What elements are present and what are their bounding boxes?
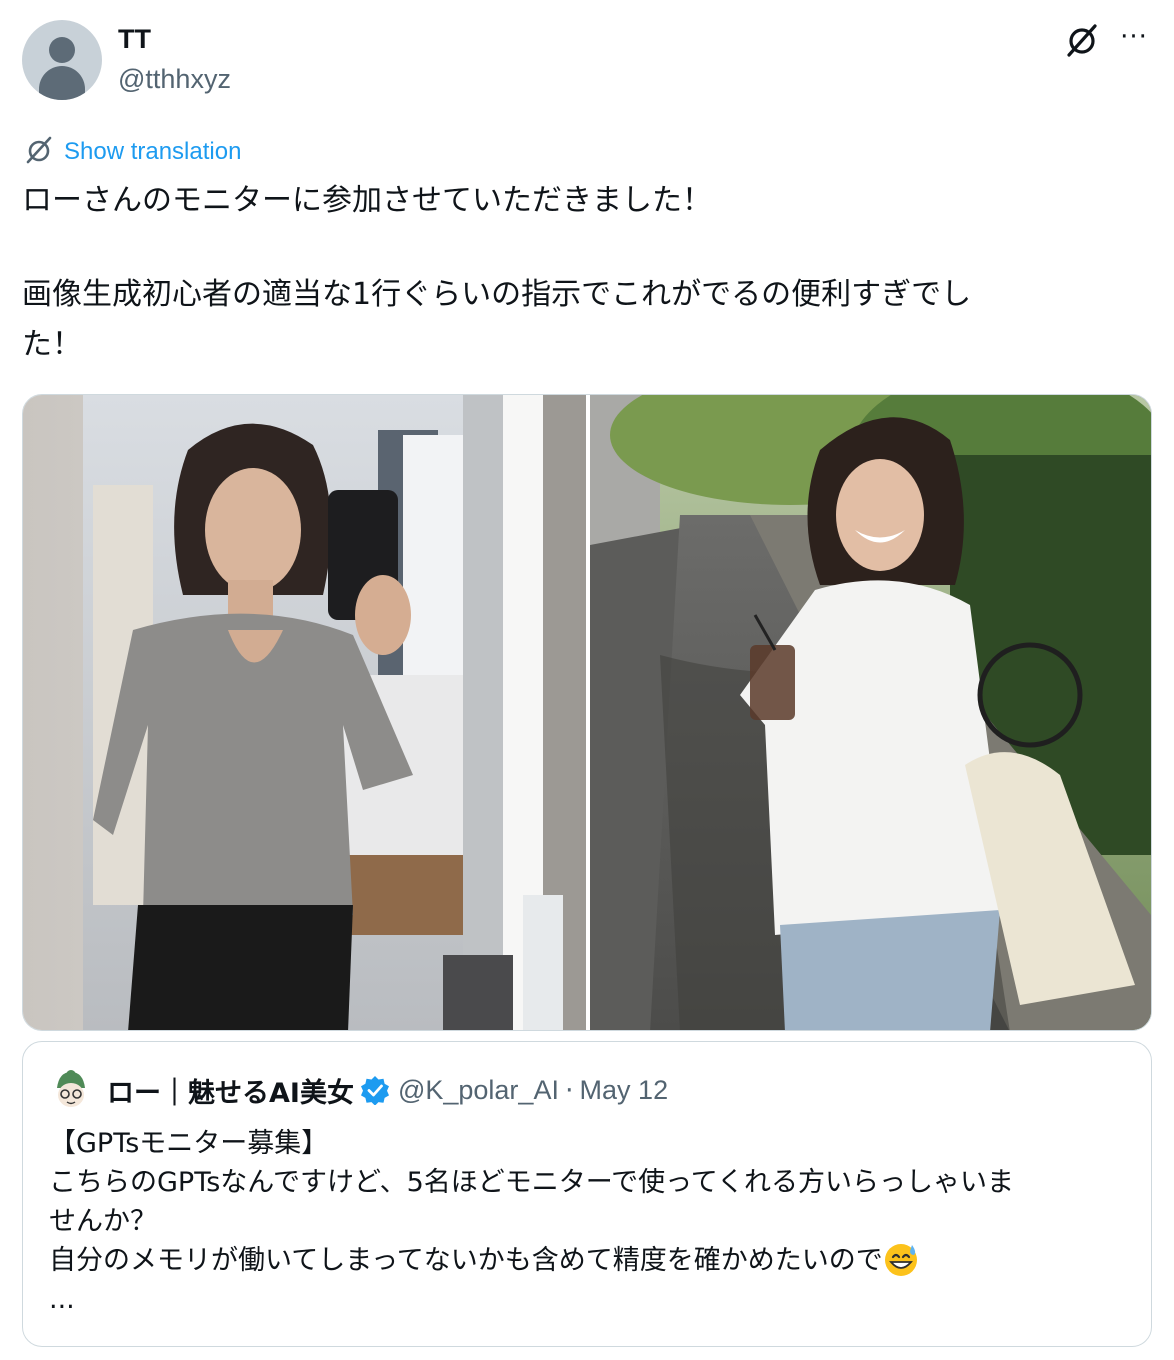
quoted-tweet-text: 【GPTsモニター募集】 こちらのGPTsなんですけど、5名ほどモニターで使って… xyxy=(49,1124,1129,1319)
photo-mirror-selfie-icon[interactable] xyxy=(23,395,586,1030)
quoted-line-with-emoji: 自分のメモリが働いてしまってないかも含めて精度を確かめたいので xyxy=(49,1241,1129,1280)
author-handle[interactable]: @tthhxyz xyxy=(118,64,231,95)
verified-badge-icon xyxy=(360,1075,390,1106)
separator-dot: · xyxy=(564,1074,574,1106)
quoted-tweet-header: ロー｜魅せるAI美女 @K_polar_AI · May 12 xyxy=(49,1068,668,1112)
quoted-ellipsis: ... xyxy=(49,1284,75,1315)
tweet-line: ローさんのモニターに参加させていただきました！ xyxy=(22,183,712,218)
quoted-line: こちらのGPTsなんですけど、5名ほどモニターで使ってくれる方いらっしゃいま xyxy=(49,1167,1014,1198)
show-translation-link[interactable]: Show translation xyxy=(22,134,241,170)
tweet-header: TT @tthhxyz ··· xyxy=(22,18,1152,104)
tweet-line: た！ xyxy=(22,327,82,362)
grok-icon[interactable] xyxy=(1062,20,1102,60)
tweet-text: ローさんのモニターに参加させていただきました！ 画像生成初心者の適当な1行ぐらい… xyxy=(22,176,1122,370)
media-grid xyxy=(22,394,1152,1031)
quoted-date[interactable]: May 12 xyxy=(580,1075,669,1106)
author-display-name[interactable]: TT xyxy=(118,24,151,55)
more-icon[interactable]: ··· xyxy=(1114,20,1154,60)
quoted-line: 【GPTsモニター募集】 xyxy=(49,1128,329,1159)
quoted-avatar[interactable] xyxy=(49,1068,93,1112)
quoted-line: せんか？ xyxy=(49,1206,157,1237)
avatar[interactable] xyxy=(22,20,102,100)
quoted-handle[interactable]: @K_polar_AI xyxy=(398,1075,559,1106)
tweet-line: 画像生成初心者の適当な1行ぐらいの指示でこれがでるの便利すぎでし xyxy=(22,277,972,312)
quoted-tweet[interactable]: ロー｜魅せるAI美女 @K_polar_AI · May 12 【GPTsモニタ… xyxy=(22,1041,1152,1347)
grinning-face-with-sweat-icon xyxy=(883,1241,919,1277)
translate-icon xyxy=(22,133,56,171)
quoted-display-name[interactable]: ロー｜魅せるAI美女 xyxy=(107,1071,354,1110)
quoted-line: 自分のメモリが働いてしまってないかも含めて精度を確かめたいので xyxy=(49,1245,883,1276)
show-translation-label[interactable]: Show translation xyxy=(64,138,241,166)
photo-street-smile-icon[interactable] xyxy=(590,395,1151,1030)
